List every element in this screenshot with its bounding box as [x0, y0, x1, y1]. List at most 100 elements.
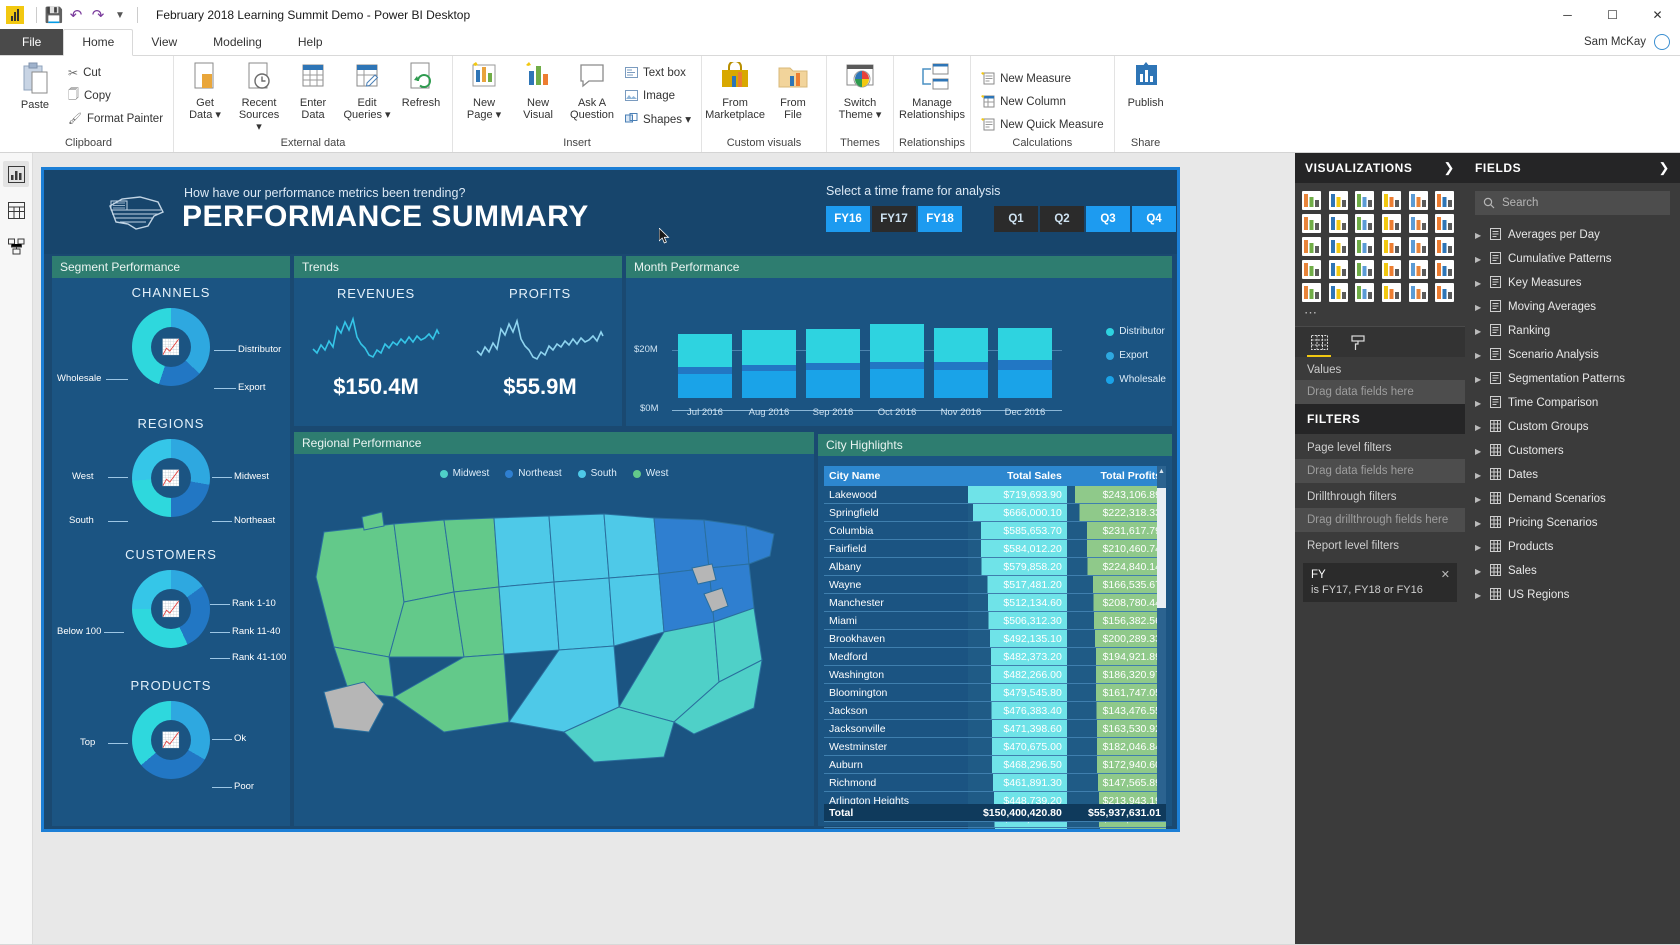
chevron-right-icon[interactable]: ▶: [1475, 375, 1483, 384]
column-header-city-name[interactable]: City Name: [824, 466, 968, 486]
field-item-sales[interactable]: ▶ Sales: [1465, 559, 1680, 583]
format-painter-button[interactable]: 🖌 Format Painter: [63, 107, 168, 130]
bar-oct-2016[interactable]: [870, 324, 924, 398]
chevron-right-icon[interactable]: ❯: [1444, 160, 1456, 176]
text-box-button[interactable]: Text box: [620, 61, 696, 84]
table-scrollbar[interactable]: ▲ ▼: [1157, 466, 1166, 817]
card-icon[interactable]: [1408, 260, 1428, 279]
from-file-button[interactable]: From File: [765, 59, 821, 124]
chevron-right-icon[interactable]: ❯: [1659, 160, 1671, 176]
new-visual-button[interactable]: New Visual: [512, 59, 564, 124]
field-item-averages-per-day[interactable]: ▶ Averages per Day: [1465, 223, 1680, 247]
table-row[interactable]: Jackson $476,383.40 $143,476.55: [824, 701, 1166, 720]
table-row[interactable]: Jacksonville $471,398.60 $163,530.92: [824, 719, 1166, 738]
chevron-right-icon[interactable]: ▶: [1475, 591, 1483, 600]
kpi-icon[interactable]: [1302, 283, 1321, 302]
sidebar-item-relationships-view[interactable]: [3, 233, 29, 259]
table-row[interactable]: Medford $482,373.20 $194,921.89: [824, 647, 1166, 666]
slicer-fy17[interactable]: FY17: [872, 206, 916, 232]
chevron-right-icon[interactable]: ▶: [1475, 495, 1483, 504]
visual-month-performance[interactable]: Month Performance $20M $0M Jul 2016 Aug …: [626, 256, 1172, 426]
table-row[interactable]: Westminster $470,675.00 $182,046.84: [824, 737, 1166, 756]
field-item-ranking[interactable]: ▶ Ranking: [1465, 319, 1680, 343]
manage-relationships-button[interactable]: Manage Relationships: [899, 59, 965, 124]
report-canvas-area[interactable]: How have our performance metrics been tr…: [33, 153, 1295, 944]
table-row[interactable]: Auburn $468,296.50 $172,940.60: [824, 755, 1166, 774]
line-clustered-column-icon[interactable]: [1408, 214, 1428, 233]
table-icon[interactable]: [1355, 283, 1375, 302]
clustered-column-chart-icon[interactable]: [1381, 191, 1401, 210]
avatar[interactable]: [1654, 34, 1670, 50]
donut-customers[interactable]: CUSTOMERS 📈 Rank 1-10 Rank 11-40 Rank 41…: [52, 540, 290, 671]
slicer-q1[interactable]: Q1: [994, 206, 1038, 232]
bar-jul-2016[interactable]: [678, 334, 732, 398]
visualization-type-grid[interactable]: [1295, 183, 1465, 304]
bar-nov-2016[interactable]: [934, 328, 988, 398]
field-item-customers[interactable]: ▶ Customers: [1465, 439, 1680, 463]
waterfall-chart-icon[interactable]: [1302, 237, 1321, 256]
us-map[interactable]: [294, 482, 814, 782]
drillthrough-filters-dropzone[interactable]: Drag drillthrough fields here: [1295, 508, 1465, 532]
new-column-button[interactable]: New Column: [976, 90, 1109, 113]
ribbon-tab-view[interactable]: View: [133, 30, 195, 55]
visual-segment-performance[interactable]: Segment Performance CHANNELS 📈 Distribut…: [52, 256, 290, 826]
field-item-time-comparison[interactable]: ▶ Time Comparison: [1465, 391, 1680, 415]
field-item-segmentation-patterns[interactable]: ▶ Segmentation Patterns: [1465, 367, 1680, 391]
donut-chart[interactable]: 📈: [132, 439, 210, 517]
clustered-bar-chart-icon[interactable]: [1355, 191, 1375, 210]
new-measure-button[interactable]: New Measure: [976, 67, 1109, 90]
stacked-area-chart-icon[interactable]: [1355, 214, 1375, 233]
line-stacked-column-icon[interactable]: [1381, 214, 1401, 233]
chevron-right-icon[interactable]: ▶: [1475, 567, 1483, 576]
chevron-right-icon[interactable]: ▶: [1475, 303, 1483, 312]
sidebar-item-report-view[interactable]: [3, 161, 29, 187]
enter-data-button[interactable]: Enter Data: [287, 59, 339, 124]
chevron-right-icon[interactable]: ▶: [1475, 519, 1483, 528]
new-quick-measure-button[interactable]: New Quick Measure: [976, 113, 1109, 136]
close-icon[interactable]: ✕: [1441, 568, 1450, 581]
multi-row-card-icon[interactable]: [1435, 260, 1455, 279]
legend-item[interactable]: South: [577, 468, 617, 479]
trend-profits[interactable]: PROFITS $55.9M: [458, 286, 622, 400]
pie-chart-icon[interactable]: [1355, 237, 1375, 256]
bar-sep-2016[interactable]: [806, 329, 860, 398]
treemap-icon[interactable]: [1408, 237, 1428, 256]
ask-a-question-button[interactable]: Ask A Question: [566, 59, 618, 124]
visual-regional-performance[interactable]: Regional Performance Midwest Northeast S…: [294, 432, 814, 826]
report-page[interactable]: How have our performance metrics been tr…: [41, 167, 1180, 832]
scatter-chart-icon[interactable]: [1328, 237, 1348, 256]
chevron-right-icon[interactable]: ▶: [1475, 327, 1483, 336]
scroll-up-icon[interactable]: ▲: [1157, 466, 1166, 476]
donut-channels[interactable]: CHANNELS 📈 Distributor Export Wholesale: [52, 278, 290, 409]
image-button[interactable]: Image: [620, 84, 696, 107]
table-row[interactable]: Miami $506,312.30 $156,382.56: [824, 611, 1166, 630]
stacked-bar-chart-icon[interactable]: [1302, 191, 1321, 210]
redo-icon[interactable]: ↷: [87, 4, 109, 26]
donut-regions[interactable]: REGIONS 📈 Midwest Northeast South West: [52, 409, 290, 540]
table-row[interactable]: Wayne $517,481.20 $166,535.67: [824, 575, 1166, 594]
field-item-products[interactable]: ▶ Products: [1465, 535, 1680, 559]
city-table-wrap[interactable]: City Name Total Sales Total Profits Lake…: [824, 466, 1166, 829]
legend-item[interactable]: Northeast: [505, 468, 562, 479]
chevron-right-icon[interactable]: ▶: [1475, 231, 1483, 240]
100-stacked-column-chart-icon[interactable]: [1435, 191, 1455, 210]
filled-map-icon[interactable]: [1302, 260, 1321, 279]
map-icon[interactable]: [1435, 237, 1455, 256]
field-item-pricing-scenarios[interactable]: ▶ Pricing Scenarios: [1465, 511, 1680, 535]
refresh-button[interactable]: Refresh: [395, 59, 447, 112]
chevron-right-icon[interactable]: ▶: [1475, 471, 1483, 480]
legend-item[interactable]: Distributor: [1106, 326, 1166, 337]
table-row[interactable]: Washington $482,266.00 $186,320.97: [824, 665, 1166, 684]
field-item-us-regions[interactable]: ▶ US Regions: [1465, 583, 1680, 607]
chevron-right-icon[interactable]: ▶: [1475, 423, 1483, 432]
slicer-q3[interactable]: Q3: [1086, 206, 1130, 232]
chevron-right-icon[interactable]: ▶: [1475, 255, 1483, 264]
close-button[interactable]: ✕: [1635, 0, 1680, 30]
ribbon-tab-modeling[interactable]: Modeling: [195, 30, 280, 55]
get-data-button[interactable]: Get Data ▾: [179, 59, 231, 124]
new-page-button[interactable]: New Page ▾: [458, 59, 510, 124]
shapes-button[interactable]: Shapes ▾: [620, 107, 696, 130]
table-row[interactable]: Brookhaven $492,135.10 $200,289.33: [824, 629, 1166, 648]
table-row[interactable]: Lakewood $719,693.90 $243,106.89: [824, 486, 1166, 504]
ribbon-chart-icon[interactable]: [1435, 214, 1455, 233]
